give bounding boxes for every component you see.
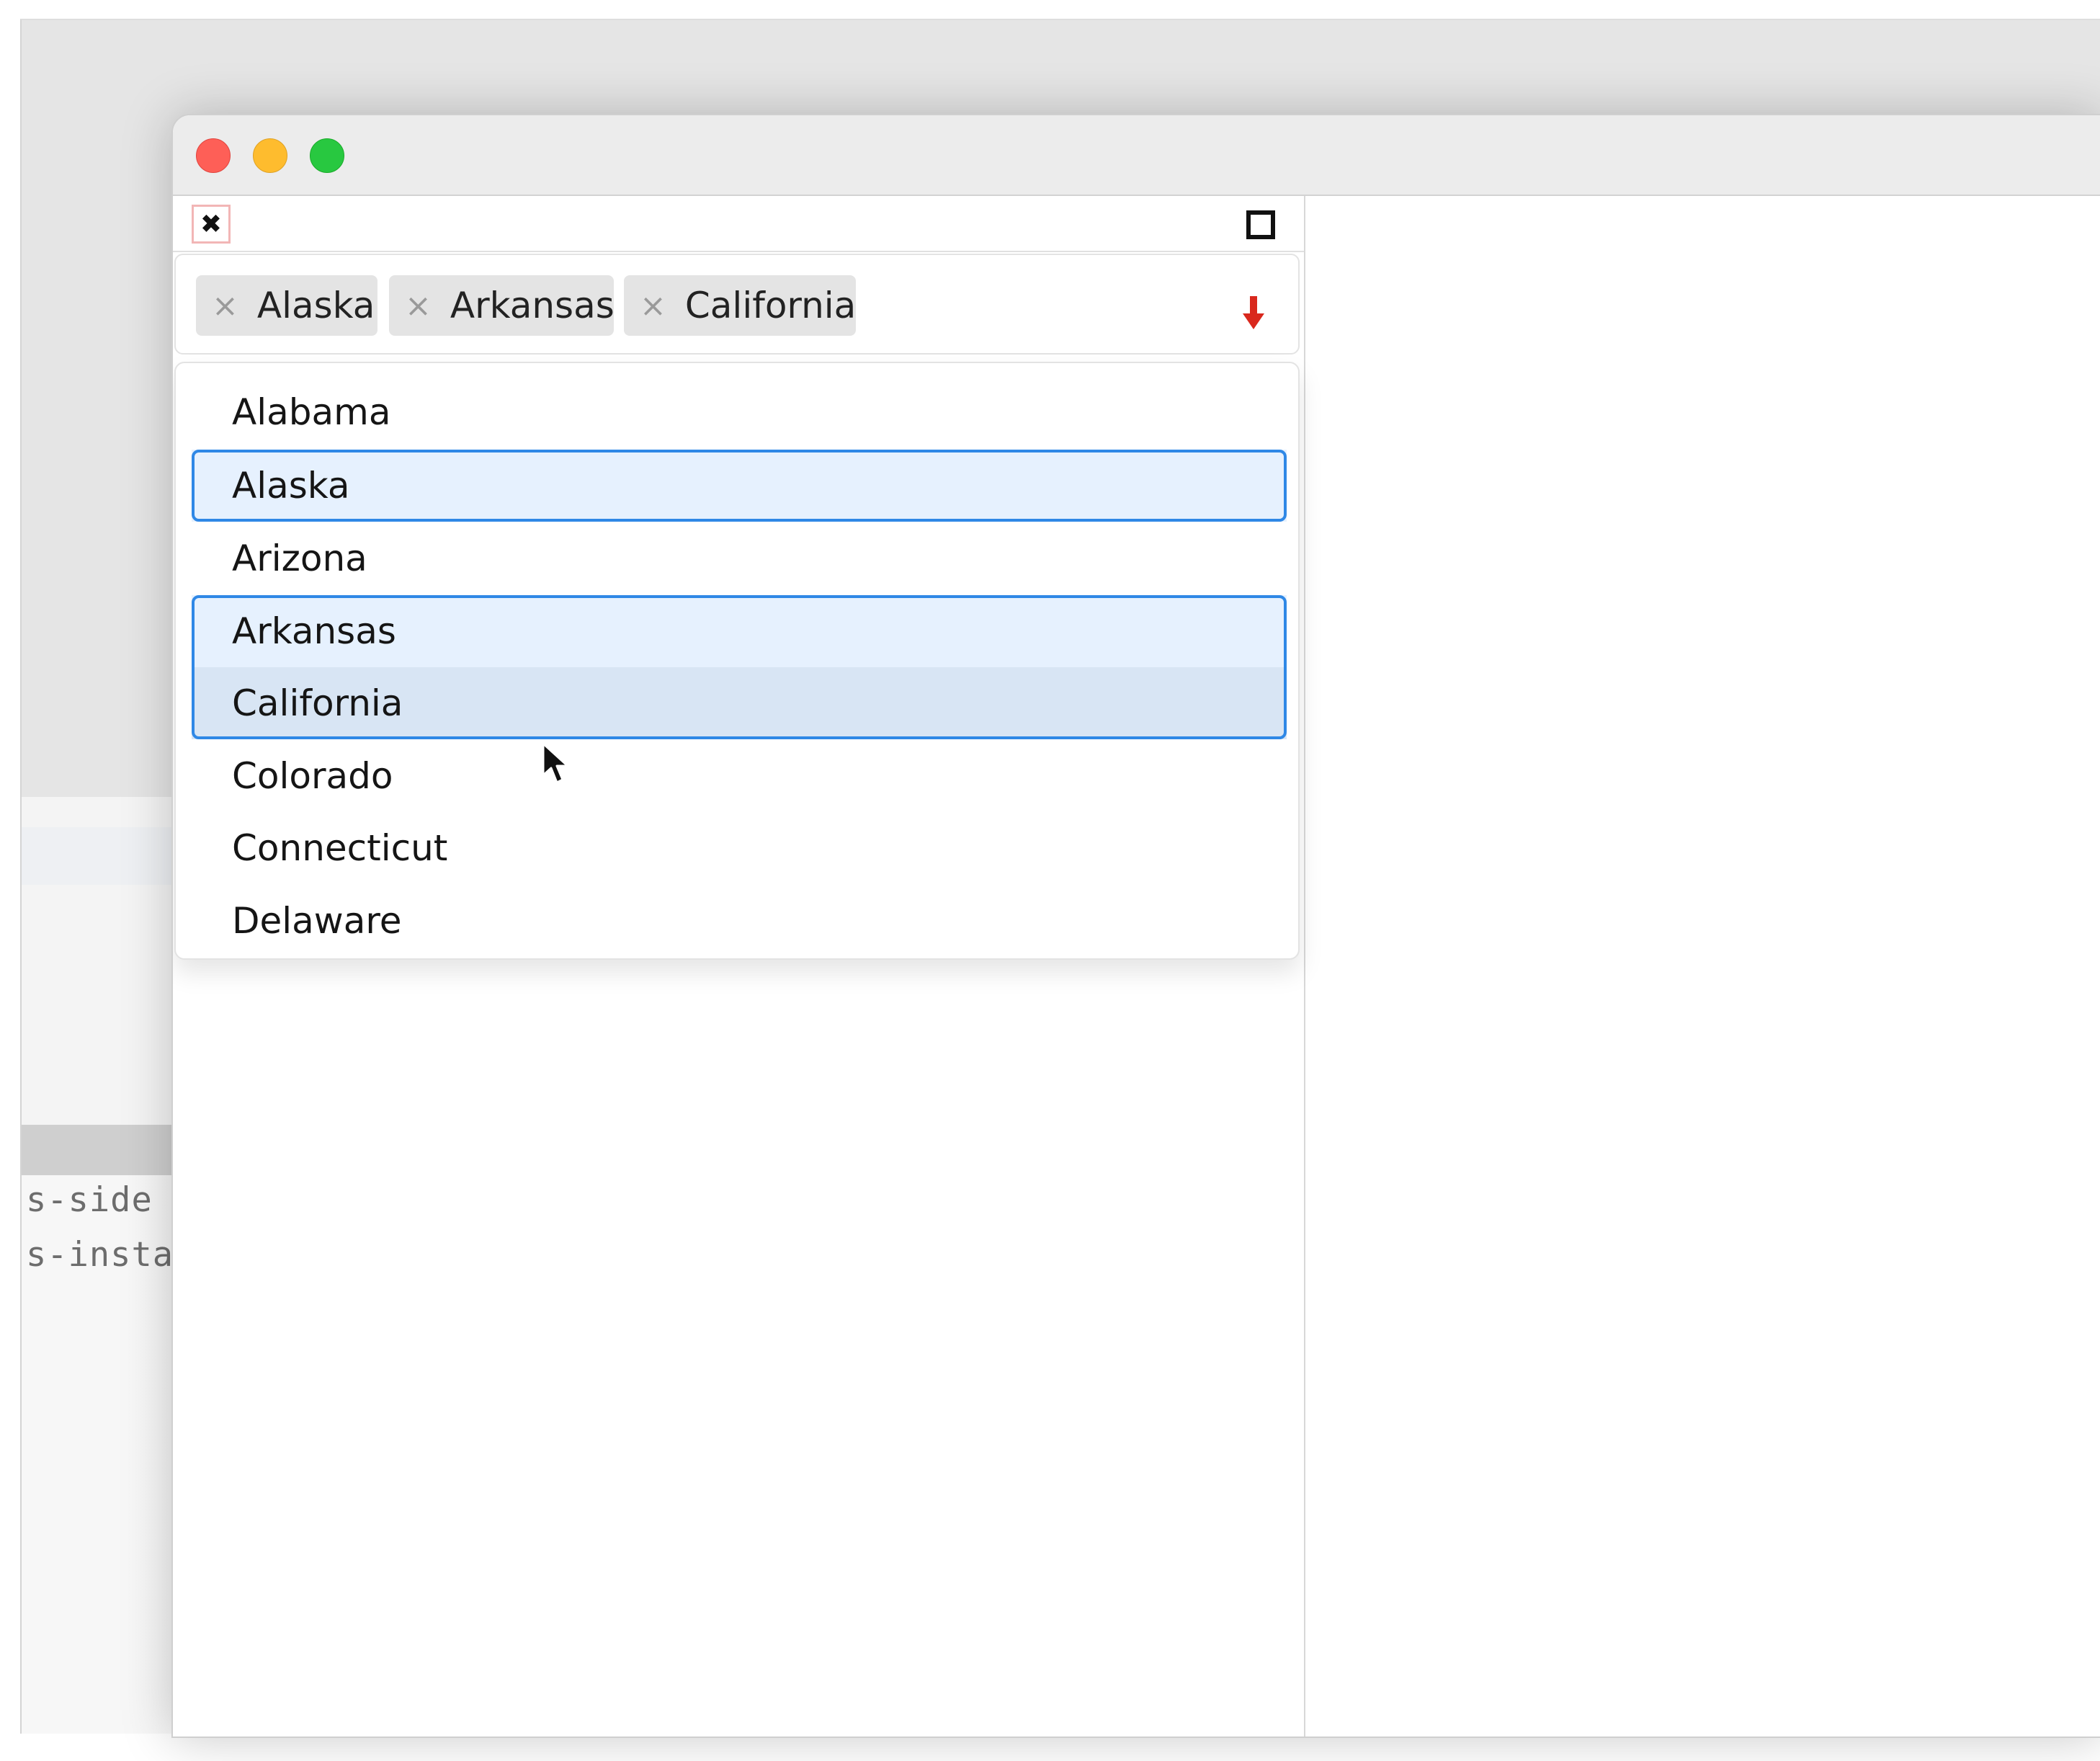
- option-label: Delaware: [232, 900, 402, 942]
- option-item[interactable]: Alabama: [192, 376, 1287, 448]
- app-window: ✖ × Alaska × Arkansas × California Alaba…: [171, 114, 2100, 1738]
- tag-remove-icon[interactable]: ×: [405, 287, 432, 324]
- option-label: Colorado: [232, 755, 393, 797]
- option-item[interactable]: California: [192, 667, 1287, 739]
- selected-tag: × California: [624, 275, 856, 336]
- option-item[interactable]: Arizona: [192, 522, 1287, 594]
- code-line: s-insta: [26, 1235, 174, 1275]
- option-label: Arizona: [232, 538, 367, 579]
- tag-remove-icon[interactable]: ×: [640, 287, 666, 324]
- dropdown-options-list[interactable]: Alabama Alaska Arizona Arkansas Californ…: [174, 362, 1300, 960]
- window-titlebar[interactable]: [173, 115, 2100, 196]
- close-x-icon[interactable]: ✖: [192, 205, 231, 244]
- window-close-button[interactable]: [196, 138, 231, 173]
- multiselect-control[interactable]: × Alaska × Arkansas × California: [174, 254, 1300, 355]
- selected-tag: × Arkansas: [389, 275, 615, 336]
- option-item[interactable]: Alaska: [192, 450, 1287, 522]
- option-item[interactable]: Colorado: [192, 740, 1287, 812]
- option-label: Connecticut: [232, 827, 448, 869]
- arrow-down-icon[interactable]: [1235, 291, 1272, 334]
- mouse-cursor-icon: [542, 742, 569, 784]
- selected-tag: × Alaska: [196, 275, 377, 336]
- window-minimize-button[interactable]: [253, 138, 287, 173]
- panel-toolbar: ✖: [173, 196, 1304, 252]
- option-label: Alaska: [232, 465, 350, 507]
- option-item[interactable]: Connecticut: [192, 812, 1287, 884]
- tag-label: Arkansas: [450, 285, 615, 326]
- square-icon[interactable]: [1246, 210, 1275, 239]
- tag-remove-icon[interactable]: ×: [212, 287, 238, 324]
- option-label: California: [232, 682, 403, 724]
- tag-label: California: [684, 285, 857, 326]
- code-line: s-side: [26, 1180, 153, 1220]
- left-panel: ✖ × Alaska × Arkansas × California Alaba…: [173, 196, 1305, 1737]
- option-label: Arkansas: [232, 610, 396, 652]
- option-label: Alabama: [232, 391, 391, 433]
- option-item[interactable]: Arkansas: [192, 595, 1287, 667]
- option-item[interactable]: Delaware: [192, 885, 1287, 957]
- arrow-down-icon-svg: [1243, 296, 1264, 329]
- tag-label: Alaska: [256, 285, 375, 326]
- window-maximize-button[interactable]: [310, 138, 344, 173]
